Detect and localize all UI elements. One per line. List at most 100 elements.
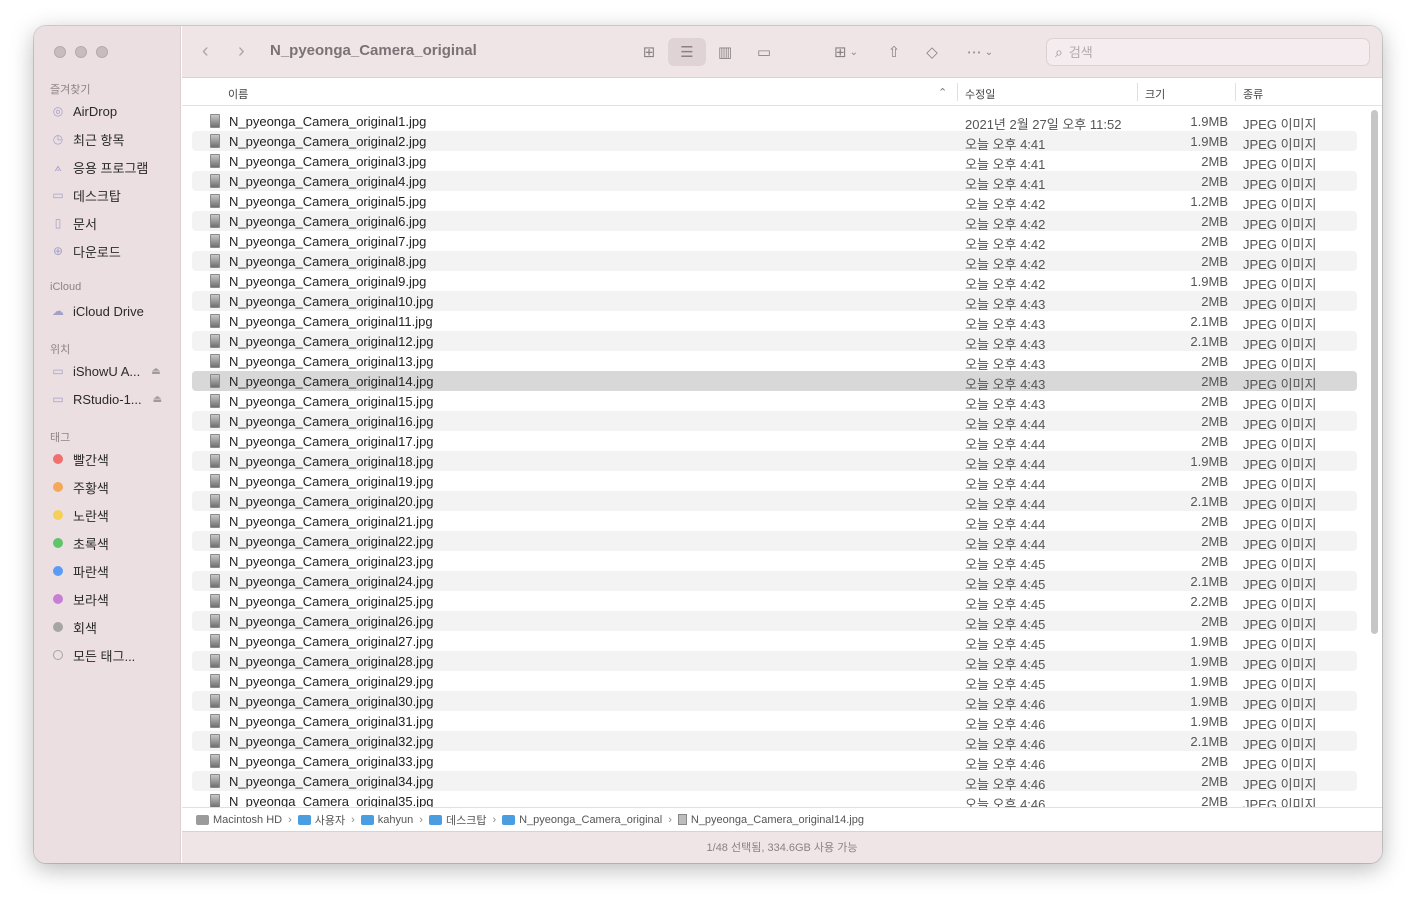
file-row[interactable]: N_pyeonga_Camera_original14.jpg 오늘 오후 4:4… <box>192 371 1357 392</box>
file-size: 2MB <box>1201 754 1228 769</box>
sidebar-item-icloud-drive[interactable]: ☁ iCloud Drive <box>50 300 144 322</box>
close-button[interactable] <box>54 46 66 58</box>
file-row[interactable]: N_pyeonga_Camera_original25.jpg 오늘 오후 4:4… <box>192 591 1357 612</box>
sidebar-tag-yellow[interactable]: 노란색 <box>50 504 109 526</box>
eject-icon[interactable]: ⏏ <box>153 394 162 405</box>
path-segment[interactable]: Macintosh HD <box>196 814 282 826</box>
share-icon: ⇧ <box>887 44 901 61</box>
file-row[interactable]: N_pyeonga_Camera_original33.jpg 오늘 오후 4:4… <box>192 751 1357 772</box>
file-row[interactable]: N_pyeonga_Camera_original24.jpg 오늘 오후 4:4… <box>192 571 1357 592</box>
file-row[interactable]: N_pyeonga_Camera_original23.jpg 오늘 오후 4:4… <box>192 551 1357 572</box>
jpeg-file-icon <box>210 794 220 807</box>
download-icon: ⊕ <box>52 244 64 258</box>
path-segment-label: 사용자 <box>314 814 346 827</box>
file-row[interactable]: N_pyeonga_Camera_original2.jpg 오늘 오후 4:41… <box>192 131 1357 152</box>
file-row[interactable]: N_pyeonga_Camera_original32.jpg 오늘 오후 4:4… <box>192 731 1357 752</box>
jpeg-file-icon <box>210 414 220 428</box>
eject-icon[interactable]: ⏏ <box>151 366 160 377</box>
sort-ascending-icon[interactable]: ⌃ <box>938 86 947 99</box>
column-name-header[interactable]: 이름 <box>228 86 248 102</box>
file-row[interactable]: N_pyeonga_Camera_original18.jpg 오늘 오후 4:4… <box>192 451 1357 472</box>
file-row[interactable]: N_pyeonga_Camera_original27.jpg 오늘 오후 4:4… <box>192 631 1357 652</box>
file-size: 2MB <box>1201 774 1228 789</box>
group-button[interactable]: ⊞ ⌄ <box>826 38 866 66</box>
sidebar-item-ishowu[interactable]: ▭ iShowU A... ⏏ <box>50 360 160 382</box>
file-row[interactable]: N_pyeonga_Camera_original5.jpg 오늘 오후 4:42… <box>192 191 1357 212</box>
jpeg-file-icon <box>210 574 220 588</box>
file-row[interactable]: N_pyeonga_Camera_original12.jpg 오늘 오후 4:4… <box>192 331 1357 352</box>
sidebar-tag-all[interactable]: 모든 태그... <box>50 644 135 666</box>
more-actions-button[interactable]: ⋯ ⌄ <box>960 38 1000 66</box>
column-divider[interactable] <box>1235 83 1236 101</box>
column-kind-header[interactable]: 종류 <box>1243 86 1263 102</box>
file-row[interactable]: N_pyeonga_Camera_original22.jpg 오늘 오후 4:4… <box>192 531 1357 552</box>
file-row[interactable]: N_pyeonga_Camera_original20.jpg 오늘 오후 4:4… <box>192 491 1357 512</box>
file-row[interactable]: N_pyeonga_Camera_original15.jpg 오늘 오후 4:4… <box>192 391 1357 412</box>
forward-button[interactable]: › <box>238 40 245 62</box>
sidebar-tag-gray[interactable]: 회색 <box>50 616 97 638</box>
file-row[interactable]: N_pyeonga_Camera_original13.jpg 오늘 오후 4:4… <box>192 351 1357 372</box>
minimize-button[interactable] <box>75 46 87 58</box>
hard-drive-icon <box>196 814 209 825</box>
file-row[interactable]: N_pyeonga_Camera_original16.jpg 오늘 오후 4:4… <box>192 411 1357 432</box>
file-row[interactable]: N_pyeonga_Camera_original29.jpg 오늘 오후 4:4… <box>192 671 1357 692</box>
file-row[interactable]: N_pyeonga_Camera_original17.jpg 오늘 오후 4:4… <box>192 431 1357 452</box>
file-row[interactable]: N_pyeonga_Camera_original11.jpg 오늘 오후 4:4… <box>192 311 1357 332</box>
path-segment[interactable]: 사용자 <box>297 812 346 828</box>
file-row[interactable]: N_pyeonga_Camera_original26.jpg 오늘 오후 4:4… <box>192 611 1357 632</box>
sidebar-item-documents[interactable]: ▯ 문서 <box>50 212 97 234</box>
file-row[interactable]: N_pyeonga_Camera_original10.jpg 오늘 오후 4:4… <box>192 291 1357 312</box>
column-size-header[interactable]: 크기 <box>1145 86 1165 102</box>
sidebar-item-desktop[interactable]: ▭ 데스크탑 <box>50 184 121 206</box>
column-divider[interactable] <box>957 83 958 101</box>
sidebar-tag-green[interactable]: 초록색 <box>50 532 109 554</box>
icon-view-button[interactable]: ⊞ <box>634 38 664 66</box>
gallery-view-button[interactable]: ▭ <box>748 38 780 66</box>
file-row[interactable]: N_pyeonga_Camera_original4.jpg 오늘 오후 4:41… <box>192 171 1357 192</box>
file-row[interactable]: N_pyeonga_Camera_original6.jpg 오늘 오후 4:42… <box>192 211 1357 232</box>
search-box[interactable]: ⌕ <box>1046 38 1370 66</box>
sidebar-item-rstudio[interactable]: ▭ RStudio-1... ⏏ <box>50 388 162 410</box>
all-tags-icon <box>53 650 63 660</box>
sidebar-tag-purple[interactable]: 보라색 <box>50 588 109 610</box>
file-size: 2MB <box>1201 174 1228 189</box>
file-row[interactable]: N_pyeonga_Camera_original34.jpg 오늘 오후 4:4… <box>192 771 1357 792</box>
file-row[interactable]: N_pyeonga_Camera_original3.jpg 오늘 오후 4:41… <box>192 151 1357 172</box>
sidebar-item-recents[interactable]: ◷ 최근 항목 <box>50 128 125 150</box>
share-button[interactable]: ⇧ <box>880 38 908 66</box>
vertical-scrollbar[interactable] <box>1371 110 1378 634</box>
search-input[interactable] <box>1068 44 1349 60</box>
file-name: N_pyeonga_Camera_original29.jpg <box>229 674 434 689</box>
file-row[interactable]: N_pyeonga_Camera_original19.jpg 오늘 오후 4:4… <box>192 471 1357 492</box>
sidebar-item-downloads[interactable]: ⊕ 다운로드 <box>50 240 121 262</box>
tag-button[interactable]: ◇ <box>918 38 946 66</box>
file-size: 1.9MB <box>1190 714 1228 729</box>
file-row[interactable]: N_pyeonga_Camera_original21.jpg 오늘 오후 4:4… <box>192 511 1357 532</box>
file-row[interactable]: N_pyeonga_Camera_original1.jpg 2021년 2월 2… <box>192 111 1357 132</box>
column-divider[interactable] <box>1137 83 1138 101</box>
column-view-button[interactable]: ▥ <box>710 38 740 66</box>
list-view-button[interactable]: ☰ <box>668 38 706 66</box>
sidebar-tag-orange[interactable]: 주황색 <box>50 476 109 498</box>
column-date-header[interactable]: 수정일 <box>965 86 995 102</box>
file-size: 2MB <box>1201 234 1228 249</box>
sidebar-tag-blue[interactable]: 파란색 <box>50 560 109 582</box>
sidebar-tag-red[interactable]: 빨간색 <box>50 448 109 470</box>
toolbar: ‹ › N_pyeonga_Camera_original ⊞ ☰ ▥ ▭ ⊞ ⌄… <box>182 26 1382 78</box>
file-row[interactable]: N_pyeonga_Camera_original28.jpg 오늘 오후 4:4… <box>192 651 1357 672</box>
sidebar-item-airdrop[interactable]: ◎ AirDrop <box>50 100 117 122</box>
folder-icon <box>297 814 311 825</box>
sidebar-item-applications[interactable]: ⟑ 응용 프로그램 <box>50 156 148 178</box>
file-row[interactable]: N_pyeonga_Camera_original35.jpg 오늘 오후 4:4… <box>192 791 1357 807</box>
file-row[interactable]: N_pyeonga_Camera_original31.jpg 오늘 오후 4:4… <box>192 711 1357 732</box>
path-segment[interactable]: N_pyeonga_Camera_original14.jpg <box>677 814 864 826</box>
file-row[interactable]: N_pyeonga_Camera_original30.jpg 오늘 오후 4:4… <box>192 691 1357 712</box>
path-segment[interactable]: N_pyeonga_Camera_original <box>502 814 662 826</box>
zoom-button[interactable] <box>96 46 108 58</box>
path-segment[interactable]: 데스크탑 <box>428 812 486 828</box>
file-row[interactable]: N_pyeonga_Camera_original8.jpg 오늘 오후 4:42… <box>192 251 1357 272</box>
file-row[interactable]: N_pyeonga_Camera_original7.jpg 오늘 오후 4:42… <box>192 231 1357 252</box>
file-row[interactable]: N_pyeonga_Camera_original9.jpg 오늘 오후 4:42… <box>192 271 1357 292</box>
path-segment[interactable]: kahyun <box>360 814 413 826</box>
back-button[interactable]: ‹ <box>202 40 209 62</box>
